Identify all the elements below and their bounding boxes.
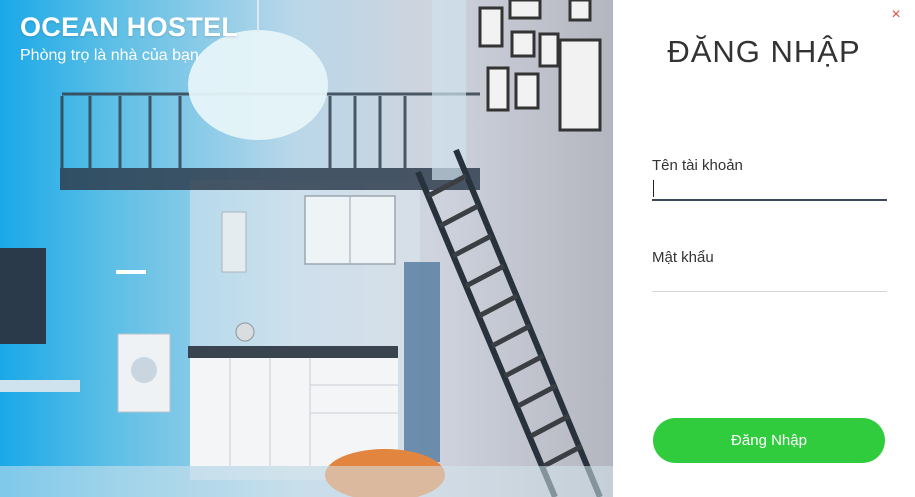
hero-image-panel: OCEAN HOSTEL Phòng trọ là nhà của bạn — [0, 0, 613, 497]
login-title: ĐĂNG NHẬP — [667, 34, 861, 69]
password-label: Mật khẩu — [652, 249, 714, 266]
brand-name: OCEAN HOSTEL — [20, 12, 239, 42]
username-label: Tên tài khoản — [652, 157, 743, 174]
hero-text-block: OCEAN HOSTEL Phòng trọ là nhà của bạn — [20, 12, 238, 65]
text-caret — [653, 180, 654, 197]
room-illustration — [0, 0, 613, 497]
close-icon[interactable]: × — [889, 7, 903, 23]
brand-tagline: Phòng trọ là nhà của bạn — [20, 47, 199, 64]
password-input[interactable] — [652, 269, 887, 292]
login-button[interactable]: Đăng Nhập — [653, 418, 885, 463]
login-panel: × ĐĂNG NHẬP Tên tài khoản Mật khẩu Đăng … — [613, 0, 915, 497]
username-input[interactable] — [652, 177, 887, 201]
